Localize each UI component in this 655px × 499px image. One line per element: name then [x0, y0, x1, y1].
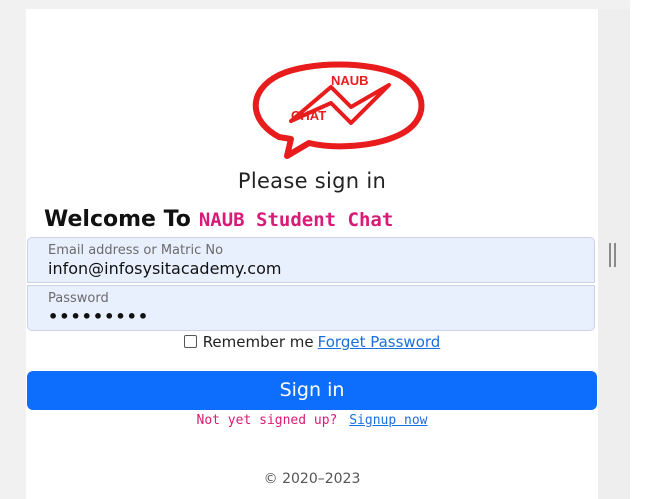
forget-password-link[interactable]: Forget Password	[318, 333, 441, 351]
email-field-label: Email address or Matric No	[48, 243, 224, 258]
signup-row: Not yet signed up? Signup now	[26, 413, 598, 428]
remember-label: Remember me	[202, 333, 314, 351]
email-field[interactable]: Email address or Matric No infon@infosys…	[27, 237, 595, 283]
naub-chat-logo: NAUB CHAT	[252, 61, 425, 159]
copyright-footer: © 2020–2023	[263, 471, 361, 487]
password-field[interactable]: Password •••••••••	[27, 285, 595, 331]
password-field-value[interactable]: •••••••••	[48, 307, 149, 326]
logo-text-chat: CHAT	[291, 108, 326, 123]
signin-card: NAUB CHAT Please sign in Welcome To NAUB …	[26, 9, 598, 499]
signin-button[interactable]: Sign in	[27, 371, 597, 410]
email-field-value[interactable]: infon@infosysitacademy.com	[48, 259, 281, 278]
remember-row: Remember me Forget Password	[26, 333, 598, 351]
signup-link[interactable]: Signup now	[349, 413, 427, 428]
welcome-app-name: NAUB Student Chat	[198, 209, 394, 231]
password-field-label: Password	[48, 291, 109, 306]
page-heading: Please sign in	[237, 169, 387, 193]
remember-checkbox[interactable]	[183, 335, 197, 348]
page-edge	[630, 0, 655, 499]
resize-handle-icon[interactable]	[609, 243, 616, 267]
signup-prompt: Not yet signed up?	[196, 413, 338, 428]
welcome-title: Welcome To NAUB Student Chat	[44, 207, 393, 232]
welcome-prefix: Welcome To	[44, 207, 191, 232]
logo-text-naub: NAUB	[331, 73, 369, 88]
